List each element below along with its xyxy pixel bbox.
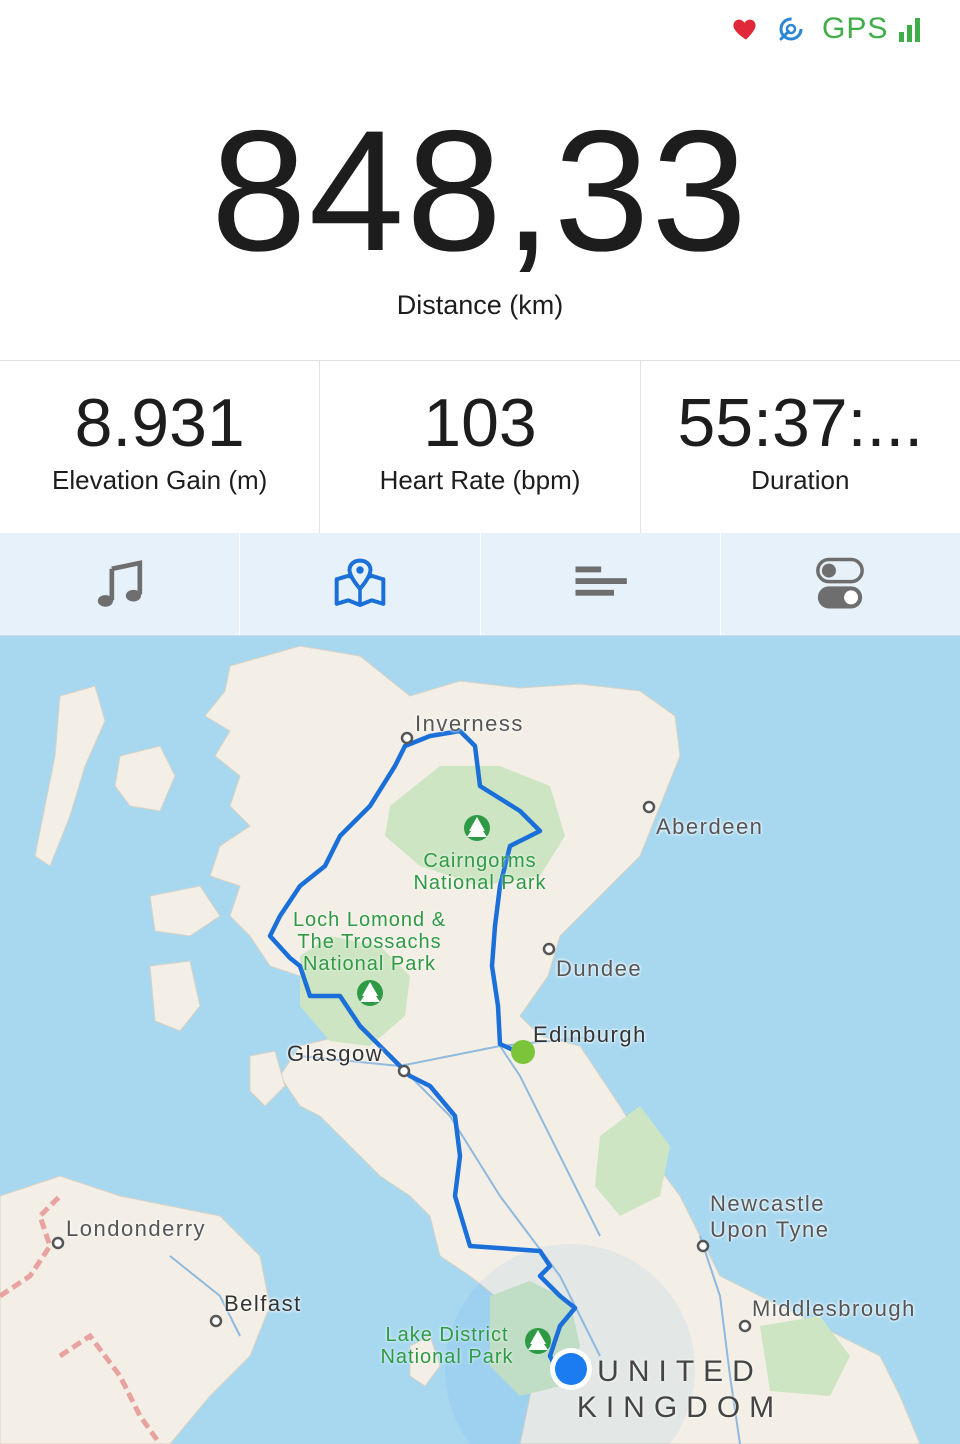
city-label-glasgow: Glasgow: [287, 1041, 384, 1066]
stat-elevation-gain[interactable]: 8.931 Elevation Gain (m): [0, 361, 319, 533]
stat-label: Heart Rate (bpm): [379, 465, 581, 495]
map-icon: [334, 558, 386, 607]
stat-label: Duration: [751, 465, 850, 495]
settings-toggle-icon: [816, 557, 865, 609]
status-bar: GPS: [0, 0, 960, 62]
splits-icon: [575, 566, 627, 596]
city-label-belfast: Belfast: [224, 1291, 302, 1316]
stat-duration[interactable]: 55:37:... Duration: [639, 361, 960, 533]
tab-splits[interactable]: [479, 533, 720, 635]
sensor-icon: [779, 17, 803, 41]
park-label-lake-district: Lake District National Park: [380, 1324, 514, 1368]
stat-value: 8.931: [74, 387, 245, 459]
stat-heart-rate[interactable]: 103 Heart Rate (bpm): [319, 361, 639, 533]
landmass-arran: [249, 1050, 286, 1107]
distance-value: 848,33: [210, 95, 750, 287]
city-label-aberdeen: Aberdeen: [656, 814, 764, 839]
map-canvas: [0, 645, 921, 1444]
gps-signal-icon: [899, 18, 920, 42]
landmass-skye: [114, 745, 176, 812]
city-label-newcastle: Newcastle Upon Tyne: [710, 1191, 830, 1242]
landmass-outer-hebrides: [34, 685, 106, 867]
primary-metric: 848,33 Distance (km): [0, 90, 960, 350]
city-label-inverness: Inverness: [415, 711, 524, 736]
stat-value: 55:37:...: [677, 387, 924, 459]
landmass-islay: [149, 960, 201, 1032]
route-map[interactable]: Inverness Aberdeen Dundee Edinburgh Glas…: [0, 636, 960, 1444]
distance-label: Distance (km): [396, 290, 564, 320]
tab-map[interactable]: [239, 533, 479, 635]
city-label-londonderry: Londonderry: [66, 1216, 207, 1241]
stat-label: Elevation Gain (m): [52, 465, 268, 495]
route-start-marker: [511, 1040, 535, 1064]
tab-settings[interactable]: [719, 533, 960, 635]
stat-value: 103: [423, 387, 537, 459]
heart-icon: [733, 19, 756, 40]
city-label-middlesbrough: Middlesbrough: [752, 1296, 916, 1321]
tab-bar: [0, 533, 960, 636]
park-label-cairngorms: Cairngorms National Park: [413, 850, 547, 894]
park-label-loch-lomond: Loch Lomond & The Trossachs National Par…: [292, 909, 447, 975]
landmass-mull: [149, 885, 221, 937]
stats-row: 8.931 Elevation Gain (m) 103 Heart Rate …: [0, 360, 960, 534]
music-note-icon: [97, 560, 142, 607]
country-label: UNITED KINGDOM: [576, 1355, 784, 1424]
city-label-edinburgh: Edinburgh: [533, 1022, 647, 1047]
tab-music[interactable]: [0, 533, 239, 635]
city-label-dundee: Dundee: [556, 956, 643, 981]
gps-label: GPS: [822, 12, 889, 45]
